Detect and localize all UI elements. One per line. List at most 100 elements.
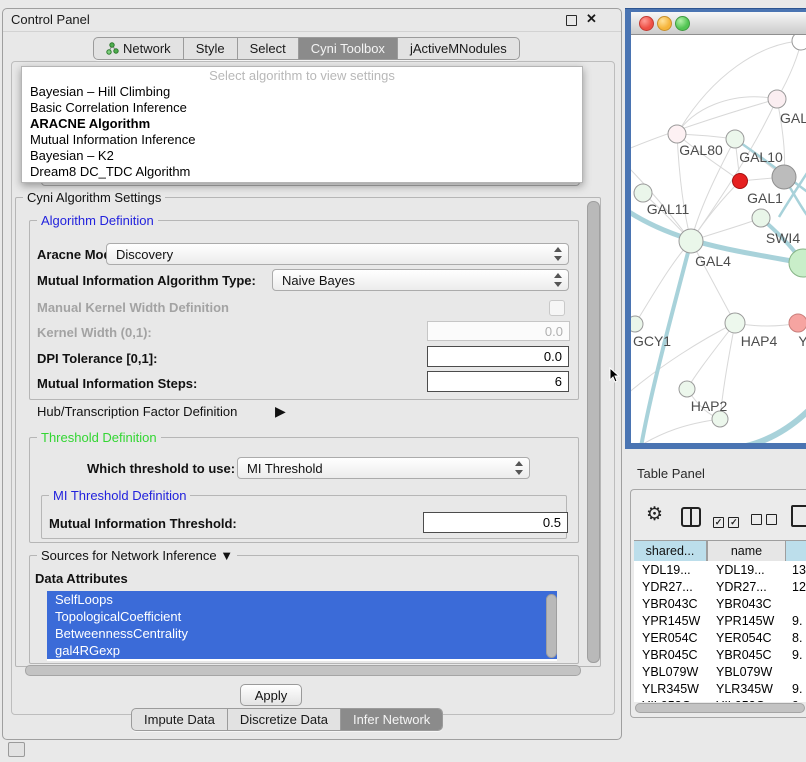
node-gcy1[interactable] xyxy=(631,316,643,332)
table-row[interactable]: YBL079W YBL079W xyxy=(634,663,806,680)
node-gal4[interactable] xyxy=(679,229,703,253)
split-columns-icon[interactable] xyxy=(681,507,701,527)
deselect-all-columns-icon[interactable] xyxy=(751,512,777,530)
table-row[interactable]: YIL052C YIL052C 9 xyxy=(634,697,806,702)
table-row[interactable]: YER054C YER054C 8. xyxy=(634,629,806,646)
cell-shared-name: YDL19... xyxy=(642,563,691,577)
float-window-icon[interactable] xyxy=(566,15,577,26)
algorithm-option[interactable]: Bayesian – Hill Climbing xyxy=(22,84,582,100)
tab-network[interactable]: Network xyxy=(94,38,183,59)
attribute-item[interactable]: gal4RGexp xyxy=(47,642,557,659)
table-row[interactable]: YDR27... YDR27... 12 xyxy=(634,578,806,595)
node-salmon[interactable] xyxy=(789,314,806,332)
node-swi4[interactable] xyxy=(752,209,770,227)
node-label: GAL10 xyxy=(739,149,783,165)
collapsed-panel-button[interactable] xyxy=(8,742,25,757)
mi-threshold-value: 0.5 xyxy=(543,515,561,530)
control-panel-tabbar: Network Style Select Cyni Toolbox jActiv… xyxy=(93,37,520,60)
network-canvas[interactable]: GAL GAL80 GAL10 GAL1 GAL11 SWI4 GAL4 GCY… xyxy=(631,35,806,443)
tab-cyni-toolbox[interactable]: Cyni Toolbox xyxy=(298,38,397,59)
algorithm-option[interactable]: Basic Correlation Inference xyxy=(22,100,582,116)
column-header-partial[interactable] xyxy=(786,540,806,561)
node-gal-pink[interactable] xyxy=(768,90,786,108)
node-unlabeled[interactable] xyxy=(792,35,806,50)
minimize-traffic-light[interactable] xyxy=(657,16,672,31)
network-graph: GAL GAL80 GAL10 GAL1 GAL11 SWI4 GAL4 GCY… xyxy=(631,35,806,443)
select-all-columns-icon[interactable]: ✓ ✓ xyxy=(713,512,739,530)
zoom-traffic-light[interactable] xyxy=(675,16,690,31)
table-row[interactable]: YDL19... YDL19... 13 xyxy=(634,561,806,578)
data-attributes-label: Data Attributes xyxy=(35,571,128,586)
algorithm-option[interactable]: Mutual Information Inference xyxy=(22,132,582,148)
cell-shared-name: YBR045C xyxy=(642,648,698,662)
which-threshold-label: Which threshold to use: xyxy=(87,461,235,476)
table-row[interactable]: YLR345W YLR345W 9. xyxy=(634,680,806,697)
node-gray[interactable] xyxy=(772,165,796,189)
node-hap2[interactable] xyxy=(679,381,695,397)
cell-name: YDR27... xyxy=(716,580,767,594)
mi-steps-field[interactable]: 6 xyxy=(427,371,569,392)
kernel-width-label: Kernel Width (0,1): xyxy=(37,325,152,340)
hub-definition-expander-label[interactable]: Hub/Transcription Factor Definition xyxy=(37,404,237,419)
table-horizontal-scrollbar[interactable] xyxy=(635,703,805,713)
node-label: GAL4 xyxy=(695,253,731,269)
tab-style[interactable]: Style xyxy=(183,38,237,59)
settings-horizontal-scrollbar[interactable] xyxy=(25,665,581,676)
dpi-tolerance-value: 0.0 xyxy=(544,349,562,364)
dpi-tolerance-field[interactable]: 0.0 xyxy=(427,346,569,367)
mi-steps-value: 6 xyxy=(555,374,562,389)
node-hap4[interactable] xyxy=(725,313,745,333)
cell-shared-name: YBL079W xyxy=(642,665,698,679)
algorithm-option-selected[interactable]: ARACNE Algorithm xyxy=(22,116,582,132)
settings-vertical-scrollbar[interactable] xyxy=(587,201,600,663)
tab-jactivemnodules-label: jActiveMNodules xyxy=(410,41,507,56)
cell-name: YPR145W xyxy=(716,614,774,628)
attribute-item[interactable]: SelfLoops xyxy=(47,591,557,608)
aracne-mode-combobox[interactable]: Discovery xyxy=(106,243,569,265)
mi-threshold-field[interactable]: 0.5 xyxy=(423,512,568,533)
gear-icon[interactable]: ⚙ xyxy=(646,506,663,524)
table-row[interactable]: YBR045C YBR045C 9. xyxy=(634,646,806,663)
cell-shared-name: YPR145W xyxy=(642,614,700,628)
column-header-name[interactable]: name xyxy=(707,540,786,561)
close-traffic-light[interactable] xyxy=(639,16,654,31)
new-table-icon[interactable] xyxy=(791,505,806,527)
tab-discretize-data[interactable]: Discretize Data xyxy=(227,709,340,730)
table-row[interactable]: YBR043C YBR043C xyxy=(634,595,806,612)
sources-group-title: Sources for Network Inference ▼ xyxy=(37,548,237,563)
network-window-titlebar[interactable] xyxy=(631,12,806,35)
algorithm-definition-title: Algorithm Definition xyxy=(37,213,158,228)
tab-jactivemnodules[interactable]: jActiveMNodules xyxy=(397,38,519,59)
node-gal80[interactable] xyxy=(668,125,686,143)
which-threshold-value: MI Threshold xyxy=(247,461,323,476)
expand-right-icon[interactable]: ▶ xyxy=(275,403,286,420)
attribute-item[interactable]: TopologicalCoefficient xyxy=(47,608,557,625)
tab-infer-network[interactable]: Infer Network xyxy=(340,709,442,730)
algorithm-option[interactable]: Bayesian – K2 xyxy=(22,148,582,164)
collapse-down-icon[interactable]: ▼ xyxy=(220,548,233,563)
node-gal11[interactable] xyxy=(634,184,652,202)
column-header-shared-name[interactable]: shared... xyxy=(634,540,707,561)
node-green-large[interactable] xyxy=(789,249,806,277)
tab-impute-data[interactable]: Impute Data xyxy=(132,709,227,730)
network-tab-icon xyxy=(106,42,119,55)
node-gal10[interactable] xyxy=(726,130,744,148)
apply-button[interactable]: Apply xyxy=(240,684,302,706)
mi-algorithm-type-combobox[interactable]: Naive Bayes xyxy=(272,269,569,291)
algorithm-option[interactable]: Dream8 DC_TDC Algorithm xyxy=(22,164,582,180)
node-gal1-red[interactable] xyxy=(733,174,748,189)
manual-kernel-width-checkbox[interactable] xyxy=(549,300,565,316)
table-row[interactable]: YPR145W YPR145W 9. xyxy=(634,612,806,629)
cell-name: YDL19... xyxy=(716,563,765,577)
which-threshold-combobox[interactable]: MI Threshold xyxy=(237,457,530,479)
cell-shared-name: YIL052C xyxy=(642,699,691,702)
tab-select[interactable]: Select xyxy=(237,38,298,59)
table-toolbar: ⚙ ✓ ✓ xyxy=(631,490,806,538)
cell-value: 9 xyxy=(792,699,799,702)
apply-button-label: Apply xyxy=(255,688,288,703)
attribute-item[interactable]: BetweennessCentrality xyxy=(47,625,557,642)
close-icon[interactable]: ✕ xyxy=(586,11,597,27)
tab-cyni-toolbox-label: Cyni Toolbox xyxy=(311,41,385,56)
attributes-list-scrollbar[interactable] xyxy=(546,594,557,658)
kernel-width-field[interactable]: 0.0 xyxy=(427,321,570,341)
